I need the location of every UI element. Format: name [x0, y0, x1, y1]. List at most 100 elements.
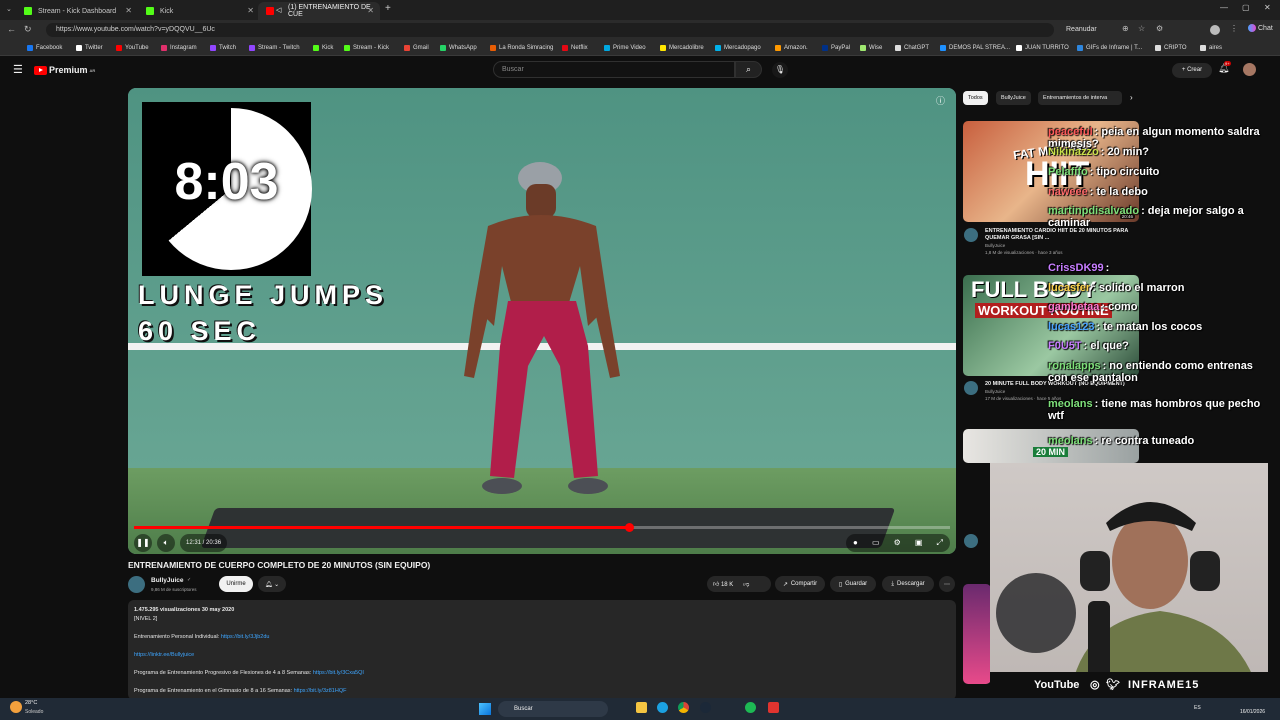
bookmark-20[interactable]: JUAN TURRITO: [1016, 42, 1069, 54]
voice-search-icon[interactable]: 🎙︎: [772, 62, 788, 78]
search-input[interactable]: Buscar: [493, 61, 735, 78]
back-icon[interactable]: ←: [7, 24, 16, 34]
more-actions-button[interactable]: ⋯: [939, 576, 955, 592]
description-link[interactable]: https://bit.ly/3z81HQF: [294, 688, 347, 694]
save-button[interactable]: ▯ Guardar: [830, 576, 876, 592]
tab-youtube[interactable]: ◁ (1) ENTRENAMIENTO DE CUE ✕: [258, 2, 380, 20]
search-button[interactable]: ⌕: [735, 61, 762, 78]
url-field[interactable]: https://www.youtube.com/watch?v=yDQQVU__…: [46, 23, 1054, 37]
dislike-button[interactable]: 👎︎: [743, 580, 749, 588]
bookmark-favicon-icon: [344, 45, 350, 51]
bookmark-23[interactable]: aires: [1200, 42, 1222, 54]
close-tab-icon[interactable]: ✕: [125, 6, 132, 15]
bookmark-18[interactable]: ChatGPT: [895, 42, 929, 54]
bookmark-3[interactable]: Instagram: [161, 42, 197, 54]
bookmark-16[interactable]: PayPal: [822, 42, 850, 54]
share-button[interactable]: ↗ Compartir: [775, 576, 825, 592]
chip-all[interactable]: Todos: [963, 91, 988, 105]
new-tab-icon[interactable]: +: [385, 3, 391, 14]
related-channel-avatar[interactable]: [964, 228, 978, 242]
bookmark-14[interactable]: Mercadopago: [715, 42, 761, 54]
close-window-icon[interactable]: ✕: [1264, 3, 1271, 12]
bookmark-10[interactable]: La Ronda Simracing: [490, 42, 553, 54]
tab-menu-icon[interactable]: ⌄: [6, 5, 12, 13]
channel-avatar[interactable]: [128, 576, 145, 593]
obs-icon[interactable]: [768, 702, 779, 713]
file-explorer-icon[interactable]: [636, 702, 647, 713]
like-button[interactable]: 👍︎ 18 K: [713, 580, 733, 588]
clock-date[interactable]: 16/01/2026: [1240, 709, 1265, 715]
steam-icon[interactable]: [700, 702, 711, 713]
related-channel-avatar[interactable]: [964, 534, 978, 548]
chevron-right-icon[interactable]: ›: [1130, 93, 1133, 102]
chat-button[interactable]: Chat: [1248, 24, 1273, 32]
close-tab-icon[interactable]: ✕: [247, 6, 254, 15]
extensions-icon[interactable]: ⚙: [1156, 24, 1163, 33]
subtitles-icon[interactable]: ▭: [872, 534, 880, 552]
close-tab-icon[interactable]: ✕: [367, 6, 374, 15]
zoom-icon[interactable]: ⊕: [1122, 24, 1129, 33]
account-avatar[interactable]: [1243, 63, 1256, 76]
start-button[interactable]: [479, 703, 491, 715]
related-video-meta[interactable]: ENTRENAMIENTO CARDIO HIIT DE 20 MINUTOS …: [985, 228, 1135, 256]
miniplayer-icon[interactable]: ▣: [915, 534, 923, 552]
bookmark-13[interactable]: Mercadolibre: [660, 42, 704, 54]
bookmark-1[interactable]: Twitter: [76, 42, 103, 54]
channel-name[interactable]: BullyJuice: [151, 577, 184, 584]
video-player[interactable]: 8:03 LUNGE JUMPS 60 SEC ⓘ ❚❚ 🔈︎ 12:31 / …: [128, 88, 956, 554]
volume-button[interactable]: 🔈︎: [157, 534, 175, 552]
spotify-icon[interactable]: [745, 702, 756, 713]
tab-kick-dashboard[interactable]: Stream - Kick Dashboard ✕: [16, 2, 138, 20]
create-button[interactable]: + Crear: [1172, 63, 1212, 78]
related-video-thumbnail[interactable]: [963, 584, 991, 684]
download-button[interactable]: ⤓ Descargar: [882, 576, 934, 592]
bookmark-7[interactable]: Stream - Kick: [344, 42, 389, 54]
related-channel-avatar[interactable]: [964, 381, 978, 395]
chip-interval[interactable]: Entrenamientos de interva: [1038, 91, 1122, 105]
bookmark-2[interactable]: YouTube: [116, 42, 149, 54]
bookmark-4[interactable]: Twitch: [210, 42, 236, 54]
taskbar-search[interactable]: Buscar: [498, 701, 608, 717]
description-link[interactable]: https://bit.ly/3Jjb2du: [221, 634, 270, 640]
weather-icon[interactable]: [10, 701, 22, 713]
video-description[interactable]: 1.475.295 visualizaciones 30 may 2020 [N…: [128, 600, 956, 700]
pause-button[interactable]: ❚❚: [134, 534, 152, 552]
tab-kick[interactable]: Kick ✕: [138, 2, 260, 20]
settings-icon[interactable]: ⚙: [894, 534, 901, 552]
description-link[interactable]: https://bit.ly/3Cxa5QI: [313, 670, 364, 676]
bookmark-15[interactable]: Amazon.: [775, 42, 808, 54]
hamburger-menu-icon[interactable]: ☰: [13, 63, 23, 76]
bookmark-8[interactable]: Gmail: [404, 42, 429, 54]
fullscreen-icon[interactable]: ⤢: [936, 534, 942, 552]
more-menu-icon[interactable]: ⋮: [1230, 24, 1238, 33]
autoplay-toggle-icon[interactable]: ●: [853, 534, 858, 552]
chip-bullyjuice[interactable]: BullyJuice: [996, 91, 1031, 105]
bookmark-5[interactable]: Stream - Twitch: [249, 42, 300, 54]
progress-bar[interactable]: [134, 523, 950, 532]
bookmark-17[interactable]: Wise: [860, 42, 882, 54]
audio-icon[interactable]: ◁: [276, 6, 281, 14]
star-icon[interactable]: ☆: [1138, 24, 1145, 33]
bookmark-11[interactable]: Netflix: [562, 42, 588, 54]
description-link[interactable]: https://linktr.ee/Bullyjuice: [134, 652, 194, 658]
maximize-icon[interactable]: ▢: [1242, 3, 1250, 12]
info-icon[interactable]: ⓘ: [936, 94, 945, 107]
join-button[interactable]: Unirme: [219, 576, 253, 592]
bookmark-19[interactable]: DEMOS PAL STREA...: [940, 42, 1010, 54]
bookmark-favicon-icon: [1016, 45, 1022, 51]
youtube-logo[interactable]: Premium AR: [34, 65, 95, 75]
bookmark-22[interactable]: CRIPTO: [1155, 42, 1187, 54]
reload-icon[interactable]: ↻: [24, 24, 32, 35]
bookmark-6[interactable]: Kick: [313, 42, 333, 54]
avatar[interactable]: [1210, 25, 1220, 35]
bookmark-9[interactable]: WhatsApp: [440, 42, 477, 54]
subscribed-bell-button[interactable]: 🔔︎ ⌄: [258, 576, 286, 592]
bookmark-21[interactable]: GIFs de Inframe | T...: [1077, 42, 1142, 54]
weather-temp[interactable]: 28°C: [25, 700, 37, 706]
resume-button[interactable]: Reanudar: [1066, 26, 1097, 33]
minimize-icon[interactable]: —: [1220, 3, 1228, 12]
bookmark-0[interactable]: Facebook: [27, 42, 62, 54]
bookmark-12[interactable]: Prime Video: [604, 42, 646, 54]
edge-icon[interactable]: [657, 702, 668, 713]
chrome-icon[interactable]: [678, 702, 689, 713]
